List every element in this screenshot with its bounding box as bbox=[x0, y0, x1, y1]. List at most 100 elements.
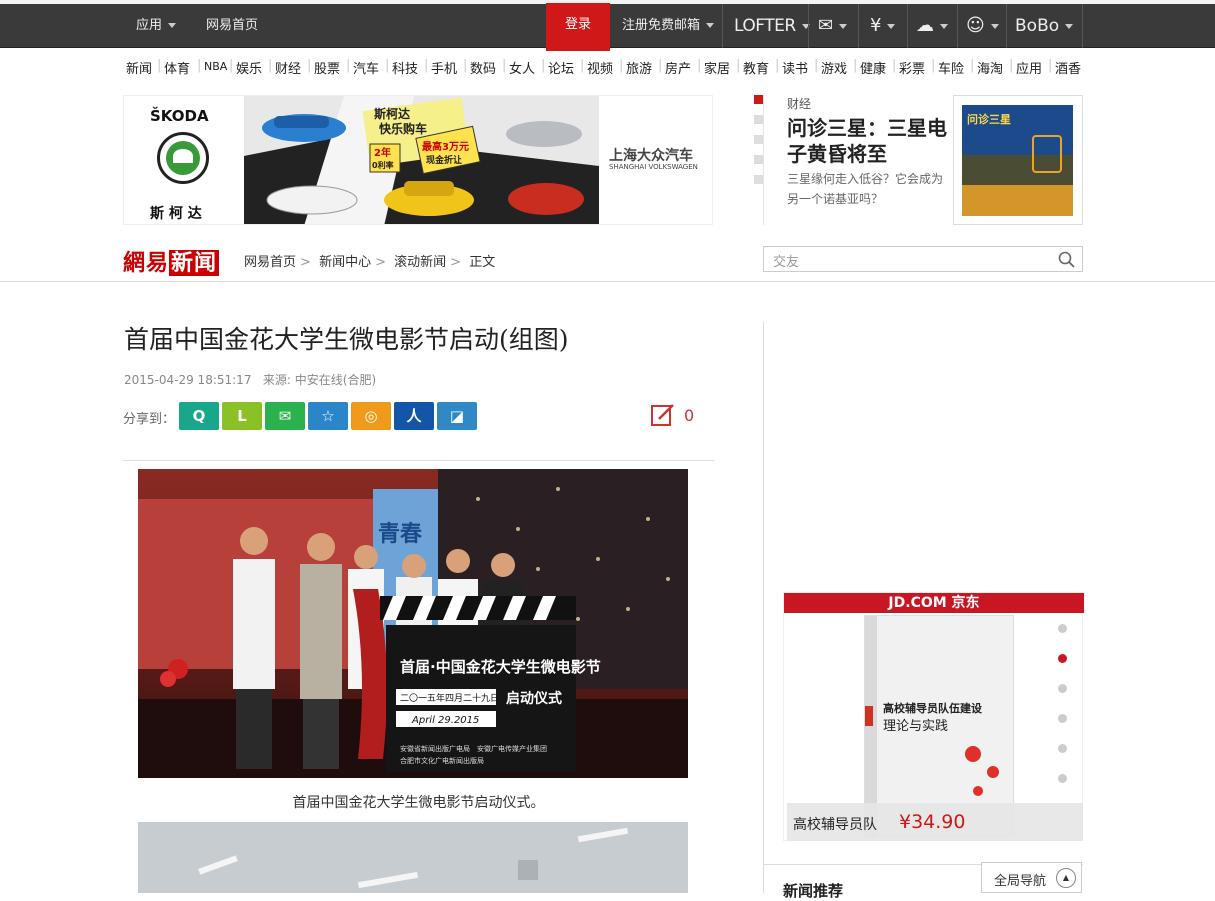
share-renren-icon[interactable]: 人 bbox=[394, 402, 434, 430]
bobo-menu[interactable]: BoBo bbox=[1015, 4, 1074, 48]
netease-news-logo[interactable]: 網易新闻 bbox=[123, 245, 220, 276]
carousel-dot[interactable] bbox=[1058, 744, 1067, 753]
nav-link[interactable]: 女人 bbox=[509, 58, 535, 77]
carousel-dot[interactable] bbox=[1058, 684, 1067, 693]
carousel-dot[interactable] bbox=[1058, 624, 1067, 633]
nav-link[interactable]: 体育 bbox=[164, 58, 190, 77]
nav-link[interactable]: 股票 bbox=[314, 58, 340, 77]
crumb-rolling-news[interactable]: 滚动新闻 bbox=[394, 255, 446, 270]
lottery-menu[interactable]: ¥ bbox=[870, 4, 896, 48]
share-weibo-icon[interactable]: ◎ bbox=[351, 402, 391, 430]
crumb-home[interactable]: 网易首页 bbox=[244, 255, 296, 270]
nav-link[interactable]: 教育 bbox=[743, 58, 769, 77]
nav-divider: | bbox=[541, 58, 546, 73]
nav-link[interactable]: 科技 bbox=[392, 58, 418, 77]
carousel-dot[interactable] bbox=[1058, 774, 1067, 783]
skoda-ad-banner[interactable]: ŠKODA 斯 柯 达 斯柯达 快乐购车 2年 0利率 最高3万元 现金折让 上… bbox=[123, 95, 713, 225]
nav-link[interactable]: 健康 bbox=[860, 58, 886, 77]
clapperboard-date: 二〇一五年四月二十九日 bbox=[400, 692, 499, 704]
lofter-menu[interactable]: LOFTER bbox=[734, 4, 810, 48]
home-link[interactable]: 网易首页 bbox=[206, 4, 258, 48]
chevron-up-icon: ▲ bbox=[1056, 868, 1076, 888]
slide-dot[interactable] bbox=[754, 155, 763, 164]
finance-subtitle[interactable]: 三星缘何走入低谷？它会成为另一个诺基亚吗？ bbox=[787, 169, 947, 209]
clapperboard-org2: 合肥市文化广电新闻出版局 bbox=[400, 756, 484, 765]
clapperboard-en: April 29.2015 bbox=[411, 715, 479, 726]
share-note-icon[interactable]: ◪ bbox=[437, 402, 477, 430]
vw-brand: 上海大众汽车 SHANGHAI VOLKSWAGEN bbox=[599, 96, 712, 224]
nav-link[interactable]: 应用 bbox=[1016, 58, 1042, 77]
nav-divider: | bbox=[1009, 58, 1014, 73]
share-wechat-icon[interactable]: ✉ bbox=[265, 402, 305, 430]
article-title: 首届中国金花大学生微电影节启动(组图) bbox=[124, 325, 569, 354]
article-photo-1[interactable]: 青春 首届·中国金花大学生微电影节 二〇一五年四月二十九日 启动仪式 April… bbox=[138, 469, 688, 778]
ad-cash: 最高3万元 bbox=[422, 140, 469, 153]
nav-link[interactable]: 车险 bbox=[938, 58, 964, 77]
slide-dot-active[interactable] bbox=[754, 95, 763, 104]
cloud-menu[interactable]: ☁ bbox=[916, 4, 948, 48]
smiley-icon: ☺ bbox=[966, 15, 985, 36]
slide-dot[interactable] bbox=[754, 115, 763, 124]
nav-link[interactable]: 手机 bbox=[431, 58, 457, 77]
nav-link[interactable]: 视频 bbox=[587, 58, 613, 77]
mail-menu[interactable]: ✉ bbox=[818, 4, 848, 48]
article-photo-2[interactable] bbox=[138, 822, 688, 893]
jd-product-strip[interactable]: 高校辅导员队 ¥34.90 bbox=[787, 803, 1083, 841]
carousel-dot[interactable] bbox=[1058, 654, 1067, 663]
finance-tag[interactable]: 财经 bbox=[787, 95, 811, 112]
article-source[interactable]: 来源: 中安在线(合肥) bbox=[263, 373, 376, 387]
chevron-down-icon bbox=[990, 23, 999, 29]
carousel-dot[interactable] bbox=[1058, 714, 1067, 723]
global-nav-button[interactable]: 全局导航 ▲ bbox=[981, 862, 1082, 893]
slide-dot[interactable] bbox=[754, 135, 763, 144]
search-icon[interactable] bbox=[1058, 251, 1075, 268]
share-star-icon[interactable]: ☆ bbox=[308, 402, 348, 430]
comment-count: 0 bbox=[684, 406, 695, 425]
chevron-down-icon bbox=[1065, 23, 1074, 29]
nav-divider: | bbox=[736, 58, 741, 73]
nav-link[interactable]: 数码 bbox=[470, 58, 496, 77]
nav-divider: | bbox=[970, 58, 975, 73]
nav-divider: | bbox=[658, 58, 663, 73]
nav-link[interactable]: 游戏 bbox=[821, 58, 847, 77]
nav-link[interactable]: 家居 bbox=[704, 58, 730, 77]
nav-link[interactable]: 财经 bbox=[275, 58, 301, 77]
nav-divider: | bbox=[229, 58, 234, 73]
finance-headline[interactable]: 问诊三星：三星电子黄昏将至 bbox=[787, 115, 947, 167]
nav-divider: | bbox=[697, 58, 702, 73]
search-input[interactable]: 交友 bbox=[763, 246, 1083, 272]
nav-divider: | bbox=[424, 58, 429, 73]
jd-ad[interactable]: JD.COM 京东 高校辅导员队伍建设 理论与实践 高校辅导员队 ¥34.90 bbox=[783, 592, 1084, 841]
register-mail-menu[interactable]: 注册免费邮箱 bbox=[622, 4, 715, 48]
nav-divider: | bbox=[814, 58, 819, 73]
nav-link[interactable]: 读书 bbox=[782, 58, 808, 77]
nav-link[interactable]: 海淘 bbox=[977, 58, 1003, 77]
nav-link[interactable]: NBA bbox=[204, 60, 227, 73]
nav-link[interactable]: 旅游 bbox=[626, 58, 652, 77]
nav-link[interactable]: 房产 bbox=[665, 58, 691, 77]
share-qzone-icon[interactable]: Q bbox=[179, 402, 219, 430]
nav-link[interactable]: 酒香 bbox=[1055, 58, 1081, 77]
apps-menu[interactable]: 应用 bbox=[136, 4, 177, 48]
channel-nav: 新闻 | 体育 | NBA | 娱乐 | 财经 | 股票 | 汽车 | 科技 | 手机 | 数码 | 女人 | 论坛 | 视频 |… bbox=[0, 58, 1215, 80]
mail-icon: ✉ bbox=[818, 15, 834, 36]
chevron-down-icon bbox=[887, 23, 896, 29]
nav-link[interactable]: 论坛 bbox=[548, 58, 574, 77]
search-placeholder: 交友 bbox=[773, 255, 800, 270]
finance-thumbnail[interactable]: 问诊三星 bbox=[953, 95, 1083, 225]
nav-link[interactable]: 汽车 bbox=[353, 58, 379, 77]
share-line-icon[interactable]: L bbox=[222, 402, 262, 430]
crumb-news-center[interactable]: 新闻中心 bbox=[319, 255, 371, 270]
nav-divider: | bbox=[346, 58, 351, 73]
bg-banner-text: 青春 bbox=[378, 522, 422, 547]
ad-cars-image: 斯柯达 快乐购车 2年 0利率 最高3万元 现金折让 bbox=[244, 96, 599, 224]
nav-divider: | bbox=[580, 58, 585, 73]
login-button[interactable]: 登录 bbox=[546, 3, 610, 51]
nav-divider: | bbox=[1048, 58, 1053, 73]
game-menu[interactable]: ☺ bbox=[966, 4, 999, 48]
chevron-down-icon bbox=[839, 23, 848, 29]
slide-dot[interactable] bbox=[754, 175, 763, 184]
nav-link[interactable]: 娱乐 bbox=[236, 58, 262, 77]
nav-link[interactable]: 新闻 bbox=[126, 58, 152, 77]
nav-link[interactable]: 彩票 bbox=[899, 58, 925, 77]
